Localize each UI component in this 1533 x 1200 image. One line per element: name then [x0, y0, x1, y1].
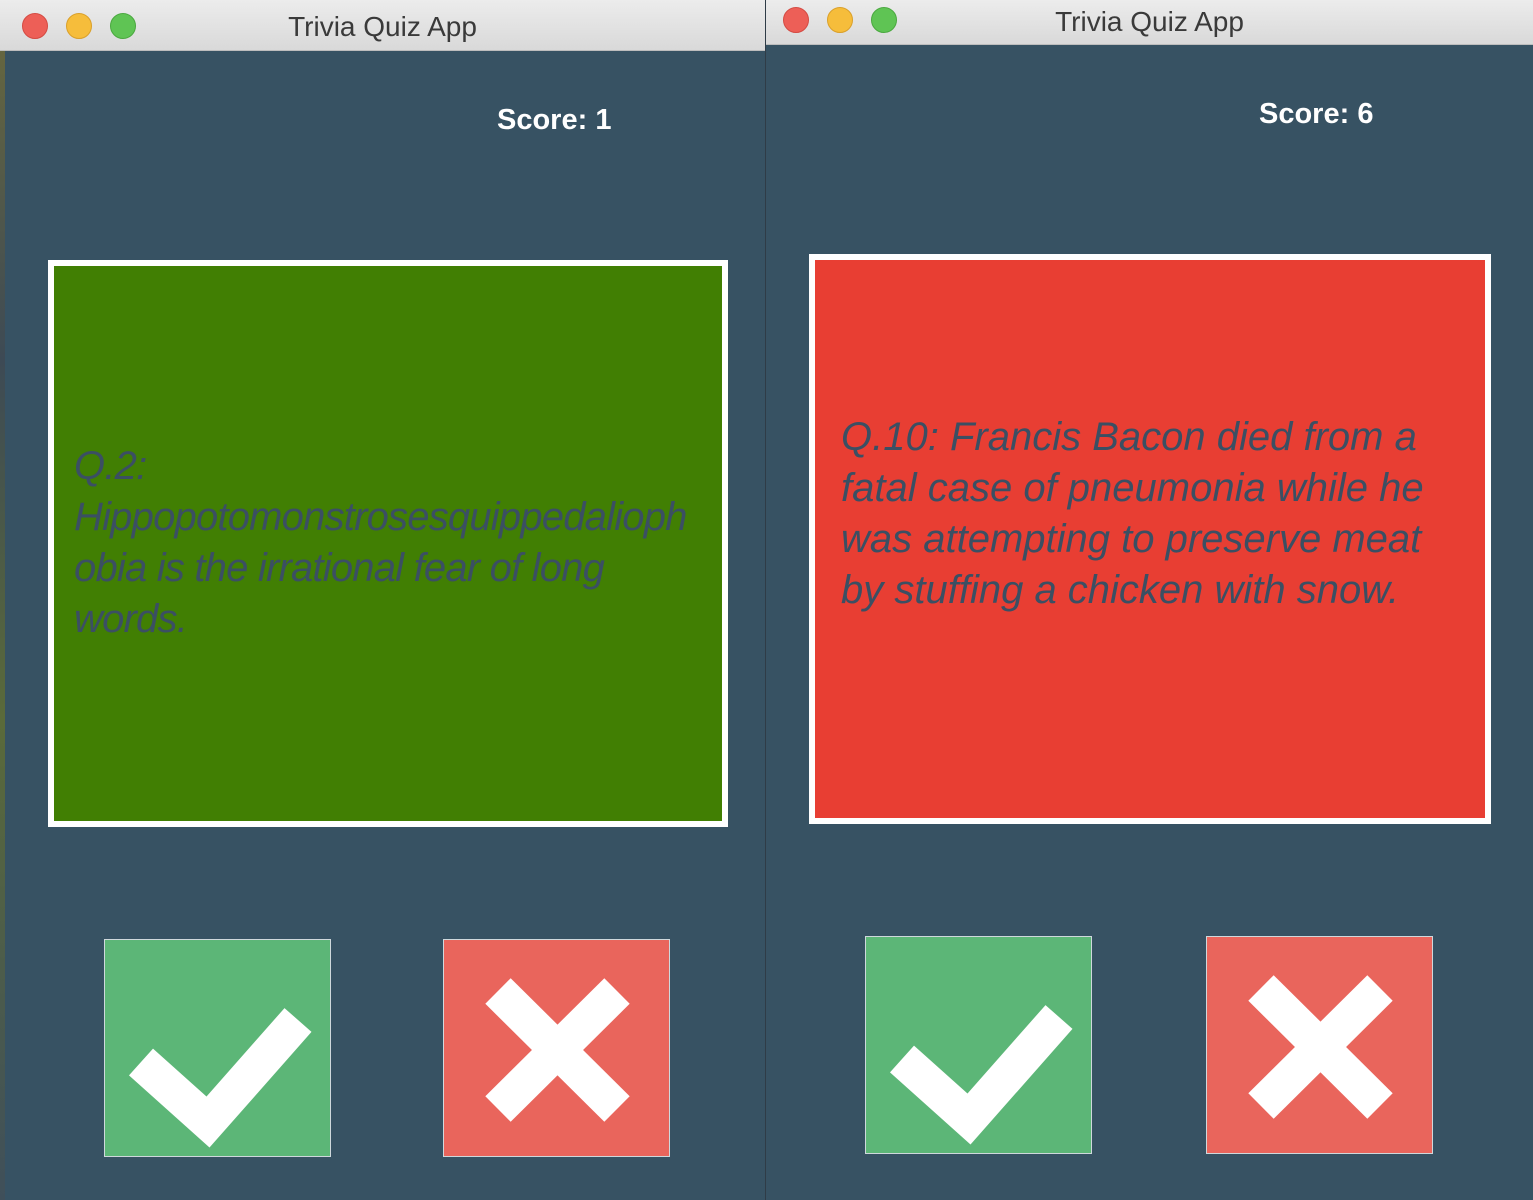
score-label: Score: 1	[497, 104, 612, 136]
window-title: Trivia Quiz App	[288, 11, 477, 42]
checkmark-icon	[128, 1008, 312, 1148]
cross-icon	[485, 978, 630, 1122]
cross-icon	[1248, 975, 1393, 1119]
false-button[interactable]	[443, 939, 670, 1157]
question-text: Q.10: Francis Bacon died from a fatal ca…	[841, 415, 1424, 612]
title-bar: Trivia Quiz App	[766, 0, 1533, 45]
desktop-edge	[0, 0, 5, 1200]
question-card: Q.2: Hippopotomonstrosesquippedaliophobi…	[48, 260, 728, 827]
true-button[interactable]	[865, 936, 1092, 1154]
quiz-window-right: Trivia Quiz App Score: 6 Q.10: Francis B…	[766, 0, 1533, 1200]
checkmark-icon	[889, 1005, 1073, 1145]
window-title: Trivia Quiz App	[1055, 6, 1244, 37]
quiz-window-left: Trivia Quiz App Score: 1 Q.2: Hippopotom…	[0, 0, 765, 1200]
screenshot-stage: Trivia Quiz App Score: 1 Q.2: Hippopotom…	[0, 0, 1533, 1200]
false-button[interactable]	[1206, 936, 1433, 1154]
question-text: Q.2: Hippopotomonstrosesquippedaliophobi…	[74, 444, 687, 641]
true-button[interactable]	[104, 939, 331, 1157]
title-bar: Trivia Quiz App	[0, 0, 765, 51]
score-label: Score: 6	[1259, 98, 1374, 130]
question-card: Q.10: Francis Bacon died from a fatal ca…	[809, 254, 1491, 824]
